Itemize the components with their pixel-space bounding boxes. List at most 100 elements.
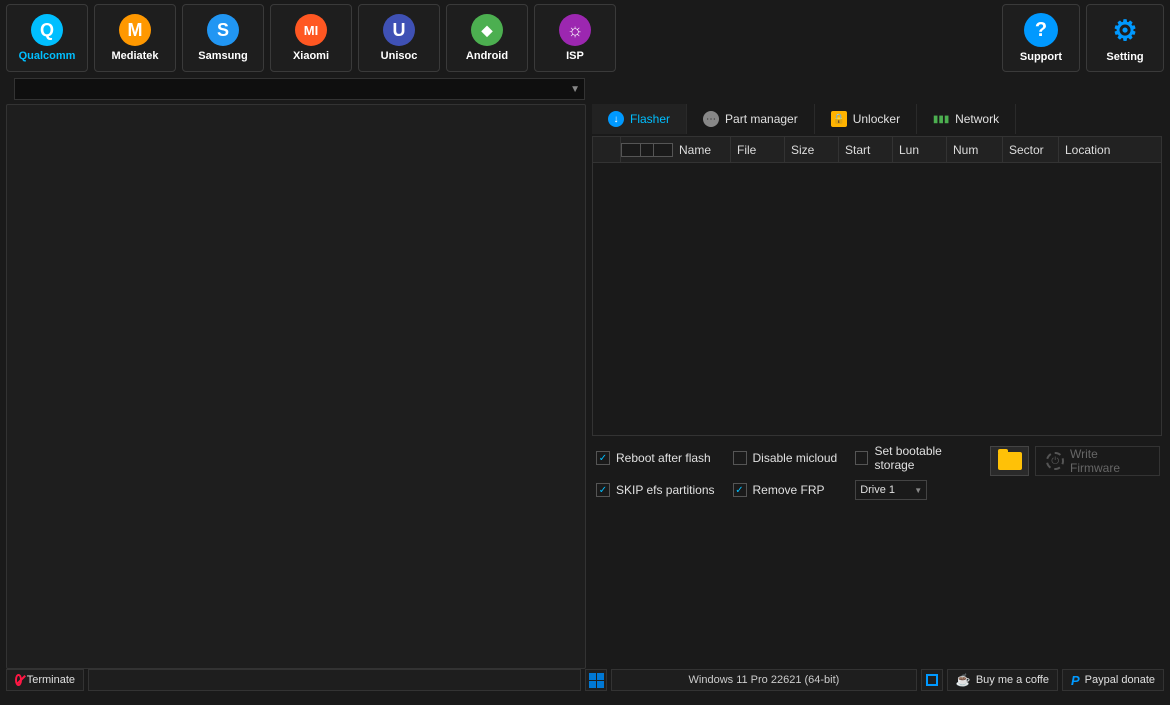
stop-icon (15, 674, 22, 686)
windows-icon (589, 673, 604, 688)
browse-folder-button[interactable] (990, 446, 1029, 476)
toolbar-android-button[interactable]: ◆ Android (446, 4, 528, 72)
os-info: Windows 11 Pro 22621 (64-bit) (611, 669, 917, 691)
tab-label: Unlocker (853, 112, 900, 126)
write-firmware-button[interactable]: ⏻ Write Firmware (1035, 446, 1160, 476)
tab-flasher[interactable]: ↓ Flasher (592, 104, 687, 134)
paypal-label: Paypal donate (1085, 674, 1155, 686)
qualcomm-icon: Q (31, 14, 63, 46)
tab-part-manager[interactable]: ⋯ Part manager (687, 104, 815, 134)
tab-unlocker[interactable]: 🔒 Unlocker (815, 104, 917, 134)
samsung-icon: S (207, 14, 239, 46)
table-header-start[interactable]: Start (839, 137, 893, 162)
skip-efs-checkbox[interactable]: ✓ SKIP efs partitions (596, 483, 715, 497)
table-header-num[interactable]: Num (947, 137, 1003, 162)
windows-logo-button[interactable] (585, 669, 607, 691)
table-header-location[interactable]: Location (1059, 137, 1161, 162)
table-header-sector[interactable]: Sector (1003, 137, 1059, 162)
toolbar-mediatek-button[interactable]: M Mediatek (94, 4, 176, 72)
tab-label: Flasher (630, 112, 670, 126)
mediatek-icon: M (119, 14, 151, 46)
terminate-button[interactable]: Terminate (6, 669, 84, 691)
table-header-blank (593, 137, 621, 162)
main-toolbar: Q Qualcomm M Mediatek S Samsung MI Xiaom… (0, 0, 1170, 72)
toolbar-label: Xiaomi (293, 50, 329, 62)
support-button[interactable]: ? Support (1002, 4, 1080, 72)
signal-icon: ▮▮▮ (933, 111, 949, 127)
chevron-down-icon: ▼ (914, 486, 922, 495)
download-icon: ↓ (608, 111, 624, 127)
folder-icon (998, 452, 1022, 470)
checkbox-icon: ✓ (733, 483, 747, 497)
isp-icon: ☼ (559, 14, 591, 46)
device-select-row: ▼ (6, 78, 1164, 102)
device-dropdown[interactable]: ▼ (14, 78, 585, 100)
tab-label: Part manager (725, 112, 798, 126)
lock-icon: 🔒 (831, 111, 847, 127)
table-header-row: Name File Size Start Lun Num Sector Loca… (593, 137, 1161, 163)
toolbar-label: Android (466, 50, 508, 62)
window-mode-button[interactable] (921, 669, 943, 691)
toolbar-samsung-button[interactable]: S Samsung (182, 4, 264, 72)
os-info-text: Windows 11 Pro 22621 (64-bit) (689, 674, 840, 686)
tab-label: Network (955, 112, 999, 126)
gear-icon: ⚙ (1108, 13, 1142, 47)
toolbar-isp-button[interactable]: ☼ ISP (534, 4, 616, 72)
set-bootable-storage-checkbox[interactable]: Set bootable storage (855, 444, 978, 472)
disable-micloud-checkbox[interactable]: Disable micloud (733, 451, 838, 465)
xiaomi-icon: MI (295, 14, 327, 46)
android-icon: ◆ (471, 14, 503, 46)
tab-network[interactable]: ▮▮▮ Network (917, 104, 1016, 134)
toolbar-label: ISP (566, 50, 584, 62)
toolbar-xiaomi-button[interactable]: MI Xiaomi (270, 4, 352, 72)
checkbox-label: Remove FRP (753, 483, 825, 497)
power-icon: ⏻ (1046, 452, 1064, 470)
paypal-icon: P (1071, 673, 1080, 688)
table-header-lun[interactable]: Lun (893, 137, 947, 162)
table-body[interactable] (593, 163, 1161, 436)
status-input[interactable] (88, 669, 581, 691)
remove-frp-checkbox[interactable]: ✓ Remove FRP (733, 483, 838, 497)
toolbar-qualcomm-button[interactable]: Q Qualcomm (6, 4, 88, 72)
square-icon (926, 674, 938, 686)
toolbar-unisoc-button[interactable]: U Unisoc (358, 4, 440, 72)
checkbox-label: Reboot after flash (616, 451, 711, 465)
help-icon: ? (1024, 13, 1058, 47)
table-header-size[interactable]: Size (785, 137, 839, 162)
checkbox-icon: ✓ (596, 451, 610, 465)
reboot-after-flash-checkbox[interactable]: ✓ Reboot after flash (596, 451, 715, 465)
coffee-icon: ☕ (956, 673, 971, 687)
table-header-file[interactable]: File (731, 137, 785, 162)
checkbox-label: SKIP efs partitions (616, 483, 715, 497)
buy-coffee-label: Buy me a coffe (976, 674, 1049, 686)
flash-options: ✓ Reboot after flash Disable micloud Set… (592, 436, 1164, 508)
right-panel: ↓ Flasher ⋯ Part manager 🔒 Unlocker ▮▮▮ … (592, 104, 1164, 669)
toolbar-label: Samsung (198, 50, 248, 62)
buy-coffee-link[interactable]: ☕ Buy me a coffe (947, 669, 1058, 691)
paypal-donate-link[interactable]: P Paypal donate (1062, 669, 1164, 691)
toolbar-label: Qualcomm (19, 50, 76, 62)
log-panel[interactable] (6, 104, 586, 669)
drive-select[interactable]: Drive 1 ▼ (855, 480, 927, 500)
checkbox-icon: ✓ (596, 483, 610, 497)
tab-bar: ↓ Flasher ⋯ Part manager 🔒 Unlocker ▮▮▮ … (592, 104, 1164, 134)
unisoc-icon: U (383, 14, 415, 46)
toolbar-label: Support (1020, 51, 1062, 63)
select-value: Drive 1 (860, 484, 895, 496)
setting-button[interactable]: ⚙ Setting (1086, 4, 1164, 72)
toolbar-label: Unisoc (381, 50, 418, 62)
table-header-name[interactable]: Name (673, 137, 731, 162)
status-bar: Terminate Windows 11 Pro 22621 (64-bit) … (0, 669, 1170, 695)
checkbox-icon (855, 451, 868, 465)
terminate-label: Terminate (27, 674, 75, 686)
checkbox-label: Disable micloud (753, 451, 838, 465)
checkbox-icon (733, 451, 747, 465)
write-firmware-label: Write Firmware (1070, 447, 1149, 475)
chevron-down-icon: ▼ (570, 84, 580, 95)
main-content: ↓ Flasher ⋯ Part manager 🔒 Unlocker ▮▮▮ … (0, 104, 1170, 669)
table-header-checkbox[interactable] (621, 143, 673, 157)
partition-table: Name File Size Start Lun Num Sector Loca… (592, 136, 1162, 436)
dots-icon: ⋯ (703, 111, 719, 127)
checkbox-icon (640, 143, 654, 157)
checkbox-label: Set bootable storage (874, 444, 978, 472)
